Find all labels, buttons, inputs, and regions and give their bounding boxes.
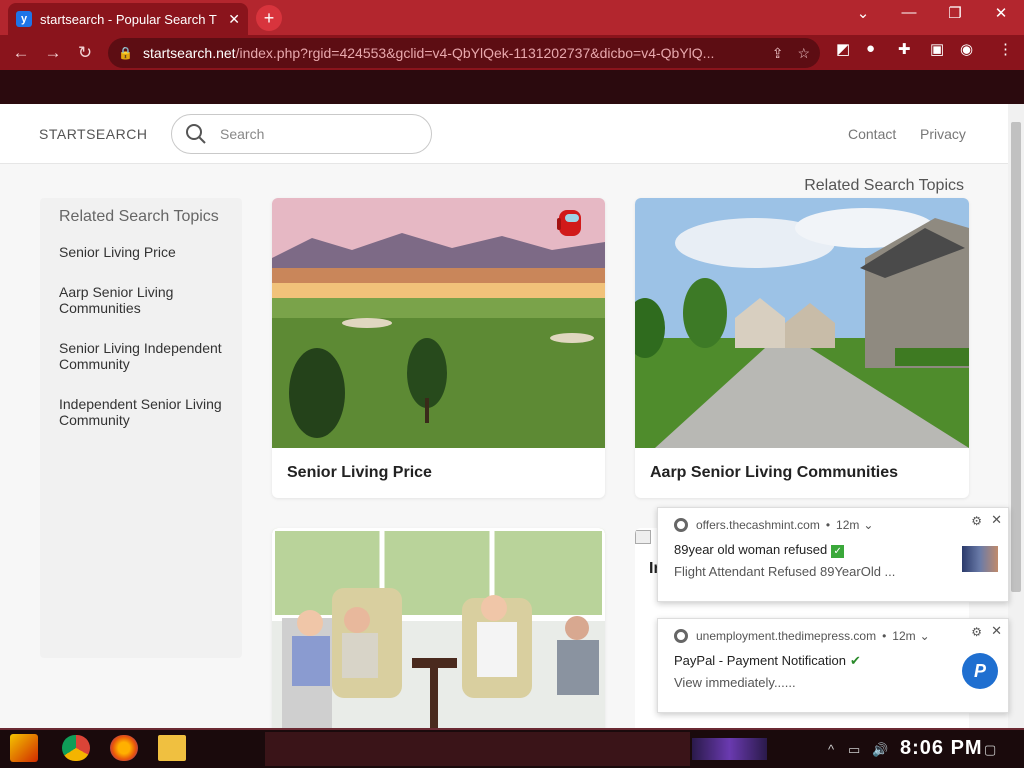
neighborhood-image (635, 198, 969, 448)
sidebar: Related Search Topics Senior Living Pric… (40, 198, 242, 658)
close-tab-icon[interactable]: ✕ (228, 11, 240, 28)
search-input[interactable] (220, 126, 400, 142)
sidebar-item[interactable]: Independent Senior Living Community (59, 396, 223, 428)
url-host: startsearch.net (142, 45, 236, 61)
network-icon[interactable]: ▭ (848, 742, 860, 758)
notification-center-icon[interactable]: ▢ (984, 742, 996, 758)
scrollbar-thumb[interactable] (1011, 122, 1021, 592)
forward-arrow-icon[interactable]: → (38, 43, 68, 63)
privacy-link[interactable]: Privacy (920, 126, 966, 142)
paypal-icon: P (962, 653, 998, 689)
search-icon (186, 124, 206, 144)
clock[interactable]: 8:06 PM (900, 737, 983, 760)
lock-icon[interactable]: 🔒 (118, 46, 133, 60)
broken-image-icon (635, 530, 651, 544)
new-tab-button[interactable]: + (256, 5, 282, 31)
notification[interactable]: unemployment.thedimepress.com • 12m ⌄ Pa… (657, 618, 1009, 713)
card-caption[interactable]: Aarp Senior Living Communities (635, 448, 969, 498)
reload-icon[interactable]: ↻ (70, 43, 100, 63)
close-icon[interactable]: ✕ (991, 512, 1002, 528)
start-button[interactable] (10, 734, 38, 762)
sidebar-title: Related Search Topics (59, 208, 219, 225)
url-path: /index.php?rgid=424553&gclid=v4-QbYlQek-… (235, 45, 715, 61)
site-header: STARTSEARCH Contact Privacy (0, 104, 1008, 164)
extension-icon[interactable]: ◩ (836, 40, 850, 58)
bookmarks-bar (0, 70, 1024, 104)
topic-card[interactable] (272, 528, 605, 728)
minimize-button[interactable]: — (894, 4, 924, 21)
file-explorer-icon[interactable] (158, 735, 186, 761)
notification-age: 12m (892, 629, 916, 643)
seniors-image (272, 528, 605, 728)
resort-image (272, 198, 605, 448)
crewmate-icon (557, 210, 581, 236)
notification-thumbnail (962, 546, 998, 572)
restore-button[interactable]: ❐ (940, 4, 970, 22)
contact-link[interactable]: Contact (848, 126, 896, 142)
firefox-taskbar-icon[interactable] (110, 735, 138, 761)
notification-message: Flight Attendant Refused 89YearOld ... (674, 564, 896, 579)
browser-tab[interactable]: y startsearch - Popular Search T ✕ (8, 3, 248, 35)
bookmark-star-icon[interactable]: ☆ (797, 45, 810, 62)
close-icon[interactable]: ✕ (991, 623, 1002, 639)
notification-title: PayPal - Payment Notification (674, 653, 846, 668)
checkmark-icon: ✔ (849, 653, 861, 668)
topic-card[interactable]: Senior Living Price (272, 198, 605, 498)
address-bar[interactable]: 🔒 startsearch.net /index.php?rgid=424553… (108, 38, 820, 68)
puzzle-extensions-icon[interactable]: ✚ (898, 40, 911, 58)
site-logo[interactable]: STARTSEARCH (39, 126, 147, 142)
notification-source: offers.thecashmint.com (696, 518, 820, 532)
notification[interactable]: offers.thecashmint.com • 12m ⌄ 89year ol… (657, 507, 1009, 602)
taskbar-decoration (692, 738, 767, 760)
sidebar-item[interactable]: Senior Living Independent Community (59, 340, 223, 372)
back-arrow-icon[interactable]: ← (6, 43, 36, 63)
chevron-down-icon[interactable]: ⌄ (863, 518, 873, 532)
notification-source: unemployment.thedimepress.com (696, 629, 877, 643)
tray-chevron-icon[interactable]: ^ (828, 742, 834, 757)
profile-avatar-icon[interactable]: ◉ (960, 40, 973, 58)
chrome-icon (674, 518, 688, 532)
search-box[interactable] (171, 114, 432, 154)
gear-icon[interactable]: ⚙ (971, 514, 982, 528)
sidebar-item[interactable]: Senior Living Price (59, 244, 223, 260)
chevron-down-icon[interactable]: ⌄ (920, 629, 930, 643)
notification-age: 12m (836, 518, 860, 532)
volume-icon[interactable]: 🔊 (872, 742, 888, 758)
gear-icon[interactable]: ⚙ (971, 625, 982, 639)
checkmark-icon: ✓ (831, 545, 845, 558)
taskbar-empty-area (265, 732, 690, 766)
extension-dark-icon[interactable]: ● (866, 40, 875, 57)
more-menu-icon[interactable]: ⋮ (998, 40, 1013, 58)
topic-card[interactable]: Aarp Senior Living Communities (635, 198, 969, 498)
share-icon[interactable]: ⇪ (772, 45, 784, 62)
site-favicon-icon: y (16, 11, 32, 27)
card-caption[interactable]: Senior Living Price (272, 448, 605, 498)
chrome-icon (674, 629, 688, 643)
close-window-button[interactable]: ✕ (986, 4, 1016, 22)
notification-message: View immediately...... (674, 675, 796, 690)
side-panel-icon[interactable]: ▣ (930, 40, 944, 58)
tab-title: startsearch - Popular Search T (40, 11, 217, 27)
related-topics-heading: Related Search Topics (804, 177, 964, 194)
notification-title: 89year old woman refused (674, 542, 828, 557)
tab-search-icon[interactable]: ⌄ (848, 4, 878, 22)
chrome-taskbar-icon[interactable] (62, 735, 90, 761)
sidebar-item[interactable]: Aarp Senior Living Communities (59, 284, 223, 316)
